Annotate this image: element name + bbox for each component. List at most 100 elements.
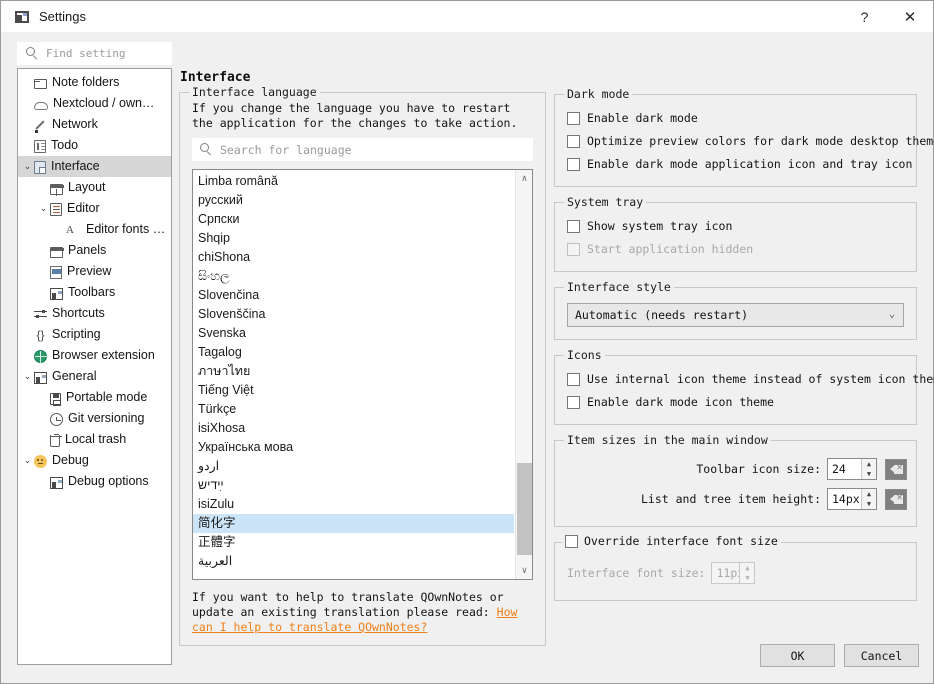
chevron-down-icon[interactable]: ⌄ xyxy=(21,162,34,171)
sidebar-item-browser-extension[interactable]: Browser extension xyxy=(18,345,171,366)
interface-icon xyxy=(34,161,46,174)
sidebar-item-panels[interactable]: Panels xyxy=(18,240,171,261)
chevron-down-icon[interactable]: ⌄ xyxy=(21,372,34,381)
cancel-button[interactable]: Cancel xyxy=(844,644,919,667)
sidebar-item-shortcuts[interactable]: Shortcuts xyxy=(18,303,171,324)
sidebar-item-nextcloud-own[interactable]: Nextcloud / own… xyxy=(18,93,171,114)
sidebar-item-label: Panels xyxy=(68,244,106,257)
checkbox-row-start-application-hidden: Start application hidden xyxy=(567,239,907,259)
label-list-tree-item-height: List and tree item height: xyxy=(641,492,821,506)
checkbox-override-interface-font-size[interactable] xyxy=(565,535,578,548)
spin-up-icon[interactable]: ▲ xyxy=(862,489,876,499)
spin-up-icon[interactable]: ▲ xyxy=(862,459,876,469)
sidebar-item-local-trash[interactable]: Local trash xyxy=(18,429,171,450)
checkbox-row-enable-dark-mode-icon-theme[interactable]: Enable dark mode icon theme xyxy=(567,392,907,412)
language-item-selected[interactable]: 简化字 xyxy=(193,514,514,533)
language-item[interactable]: Shqip xyxy=(193,229,514,248)
scroll-up-icon[interactable]: ∧ xyxy=(516,170,533,187)
checkbox-row-show-system-tray-icon[interactable]: Show system tray icon xyxy=(567,216,907,236)
toolbar-icon-size-stepper[interactable]: 24 ▲ ▼ xyxy=(827,458,877,480)
find-setting-input[interactable]: Find setting xyxy=(17,42,172,65)
sidebar-item-git-versioning[interactable]: Git versioning xyxy=(18,408,171,429)
language-item[interactable]: Slovenčina xyxy=(193,286,514,305)
pen-icon xyxy=(34,119,47,132)
sidebar-item-portable-mode[interactable]: Portable mode xyxy=(18,387,171,408)
system-tray-group: System tray Show system tray icon Start … xyxy=(554,202,917,272)
language-item[interactable]: සිංහල xyxy=(193,267,514,286)
toolbar-icon-size-spin-buttons[interactable]: ▲ ▼ xyxy=(861,459,876,479)
language-list[interactable]: Limba românăрусскийСрпскиShqipchiShonaසි… xyxy=(192,169,533,580)
language-item[interactable]: اردو xyxy=(193,457,514,476)
sidebar-item-preview[interactable]: Preview xyxy=(18,261,171,282)
language-item[interactable]: Slovenščina xyxy=(193,305,514,324)
scrollbar-thumb[interactable] xyxy=(517,463,532,555)
group-title-override-font-size[interactable]: Override interface font size xyxy=(562,534,781,548)
checkbox-optimize-preview-colors[interactable] xyxy=(567,135,580,148)
chevron-down-icon: ⌄ xyxy=(889,309,895,320)
chevron-down-icon[interactable]: ⌄ xyxy=(21,456,34,465)
help-button[interactable]: ? xyxy=(842,1,887,32)
close-icon[interactable]: ✕ xyxy=(887,1,933,32)
chevron-down-icon[interactable]: ⌄ xyxy=(37,204,50,213)
label-toolbar-icon-size: Toolbar icon size: xyxy=(696,462,821,476)
language-item[interactable]: العربية xyxy=(193,552,514,571)
list-tree-item-height-stepper[interactable]: 14px ▲ ▼ xyxy=(827,488,877,510)
language-item[interactable]: isiZulu xyxy=(193,495,514,514)
language-item[interactable]: Tiếng Việt xyxy=(193,381,514,400)
spin-down-icon[interactable]: ▼ xyxy=(862,499,876,509)
language-list-scrollbar[interactable]: ∧ ∨ xyxy=(515,170,532,579)
sidebar-item-interface[interactable]: ⌄Interface xyxy=(18,156,171,177)
spin-down-icon: ▼ xyxy=(740,573,754,583)
language-item[interactable]: русский xyxy=(193,191,514,210)
language-item[interactable]: ภาษาไทย xyxy=(193,362,514,381)
sidebar-item-label: Network xyxy=(52,118,98,131)
sidebar-item-label: Todo xyxy=(51,139,78,152)
language-item[interactable]: ײִדיש xyxy=(193,476,514,495)
checkbox-row-optimize-preview-colors[interactable]: Optimize preview colors for dark mode de… xyxy=(567,131,907,151)
language-item[interactable]: chiShona xyxy=(193,248,514,267)
sidebar-item-toolbars[interactable]: Toolbars xyxy=(18,282,171,303)
language-item[interactable]: Українська мова xyxy=(193,438,514,457)
search-icon xyxy=(200,143,213,156)
checkbox-use-internal-icon-theme[interactable] xyxy=(567,373,580,386)
checkbox-row-use-internal-icon-theme[interactable]: Use internal icon theme instead of syste… xyxy=(567,369,907,389)
sidebar-item-layout[interactable]: Layout xyxy=(18,177,171,198)
sidebar-item-network[interactable]: Network xyxy=(18,114,171,135)
checkbox-dark-mode-app-icon[interactable] xyxy=(567,158,580,171)
debug-smiley-icon xyxy=(34,455,47,468)
language-list-items: Limba românăрусскийСрпскиShqipchiShonaසි… xyxy=(193,172,514,571)
interface-style-select[interactable]: Automatic (needs restart) ⌄ xyxy=(567,303,904,327)
language-item[interactable]: 正體字 xyxy=(193,533,514,552)
language-item[interactable]: Српски xyxy=(193,210,514,229)
sidebar-item-note-folders[interactable]: Note folders xyxy=(18,72,171,93)
language-item[interactable]: Limba română xyxy=(193,172,514,191)
checkbox-enable-dark-mode-icon-theme[interactable] xyxy=(567,396,580,409)
label-enable-dark-mode-icon-theme: Enable dark mode icon theme xyxy=(587,395,774,409)
list-tree-item-height-spin-buttons[interactable]: ▲ ▼ xyxy=(861,489,876,509)
sidebar-item-debug-options[interactable]: Debug options xyxy=(18,471,171,492)
label-show-system-tray-icon: Show system tray icon xyxy=(587,219,732,233)
language-search-input[interactable]: Search for language xyxy=(192,138,533,161)
sidebar-item-debug[interactable]: ⌄Debug xyxy=(18,450,171,471)
language-item[interactable]: Tagalog xyxy=(193,343,514,362)
checkbox-row-dark-mode-app-icon[interactable]: Enable dark mode application icon and tr… xyxy=(567,154,907,174)
reset-list-tree-item-height-button[interactable]: ✕ xyxy=(885,489,907,510)
settings-tree[interactable]: Note foldersNextcloud / own… Network Todo ⌄… xyxy=(17,68,172,665)
scroll-down-icon[interactable]: ∨ xyxy=(516,562,533,579)
checkbox-enable-dark-mode[interactable] xyxy=(567,112,580,125)
sidebar-item-general[interactable]: ⌄General xyxy=(18,366,171,387)
sidebar-item-editor[interactable]: ⌄Editor xyxy=(18,198,171,219)
sidebar-item-todo[interactable]: Todo xyxy=(18,135,171,156)
sidebar-item-editor-fonts[interactable]: AEditor fonts … xyxy=(18,219,171,240)
checkbox-show-system-tray-icon[interactable] xyxy=(567,220,580,233)
language-item[interactable]: isiXhosa xyxy=(193,419,514,438)
interface-font-size-stepper: 11px ▲ ▼ xyxy=(711,562,755,584)
shortcuts-icon xyxy=(34,309,47,321)
sidebar-item-scripting[interactable]: {}Scripting xyxy=(18,324,171,345)
spin-down-icon[interactable]: ▼ xyxy=(862,469,876,479)
language-item[interactable]: Türkçe xyxy=(193,400,514,419)
checkbox-row-enable-dark-mode[interactable]: Enable dark mode xyxy=(567,108,907,128)
reset-toolbar-icon-size-button[interactable]: ✕ xyxy=(885,459,907,480)
ok-button[interactable]: OK xyxy=(760,644,835,667)
language-item[interactable]: Svenska xyxy=(193,324,514,343)
